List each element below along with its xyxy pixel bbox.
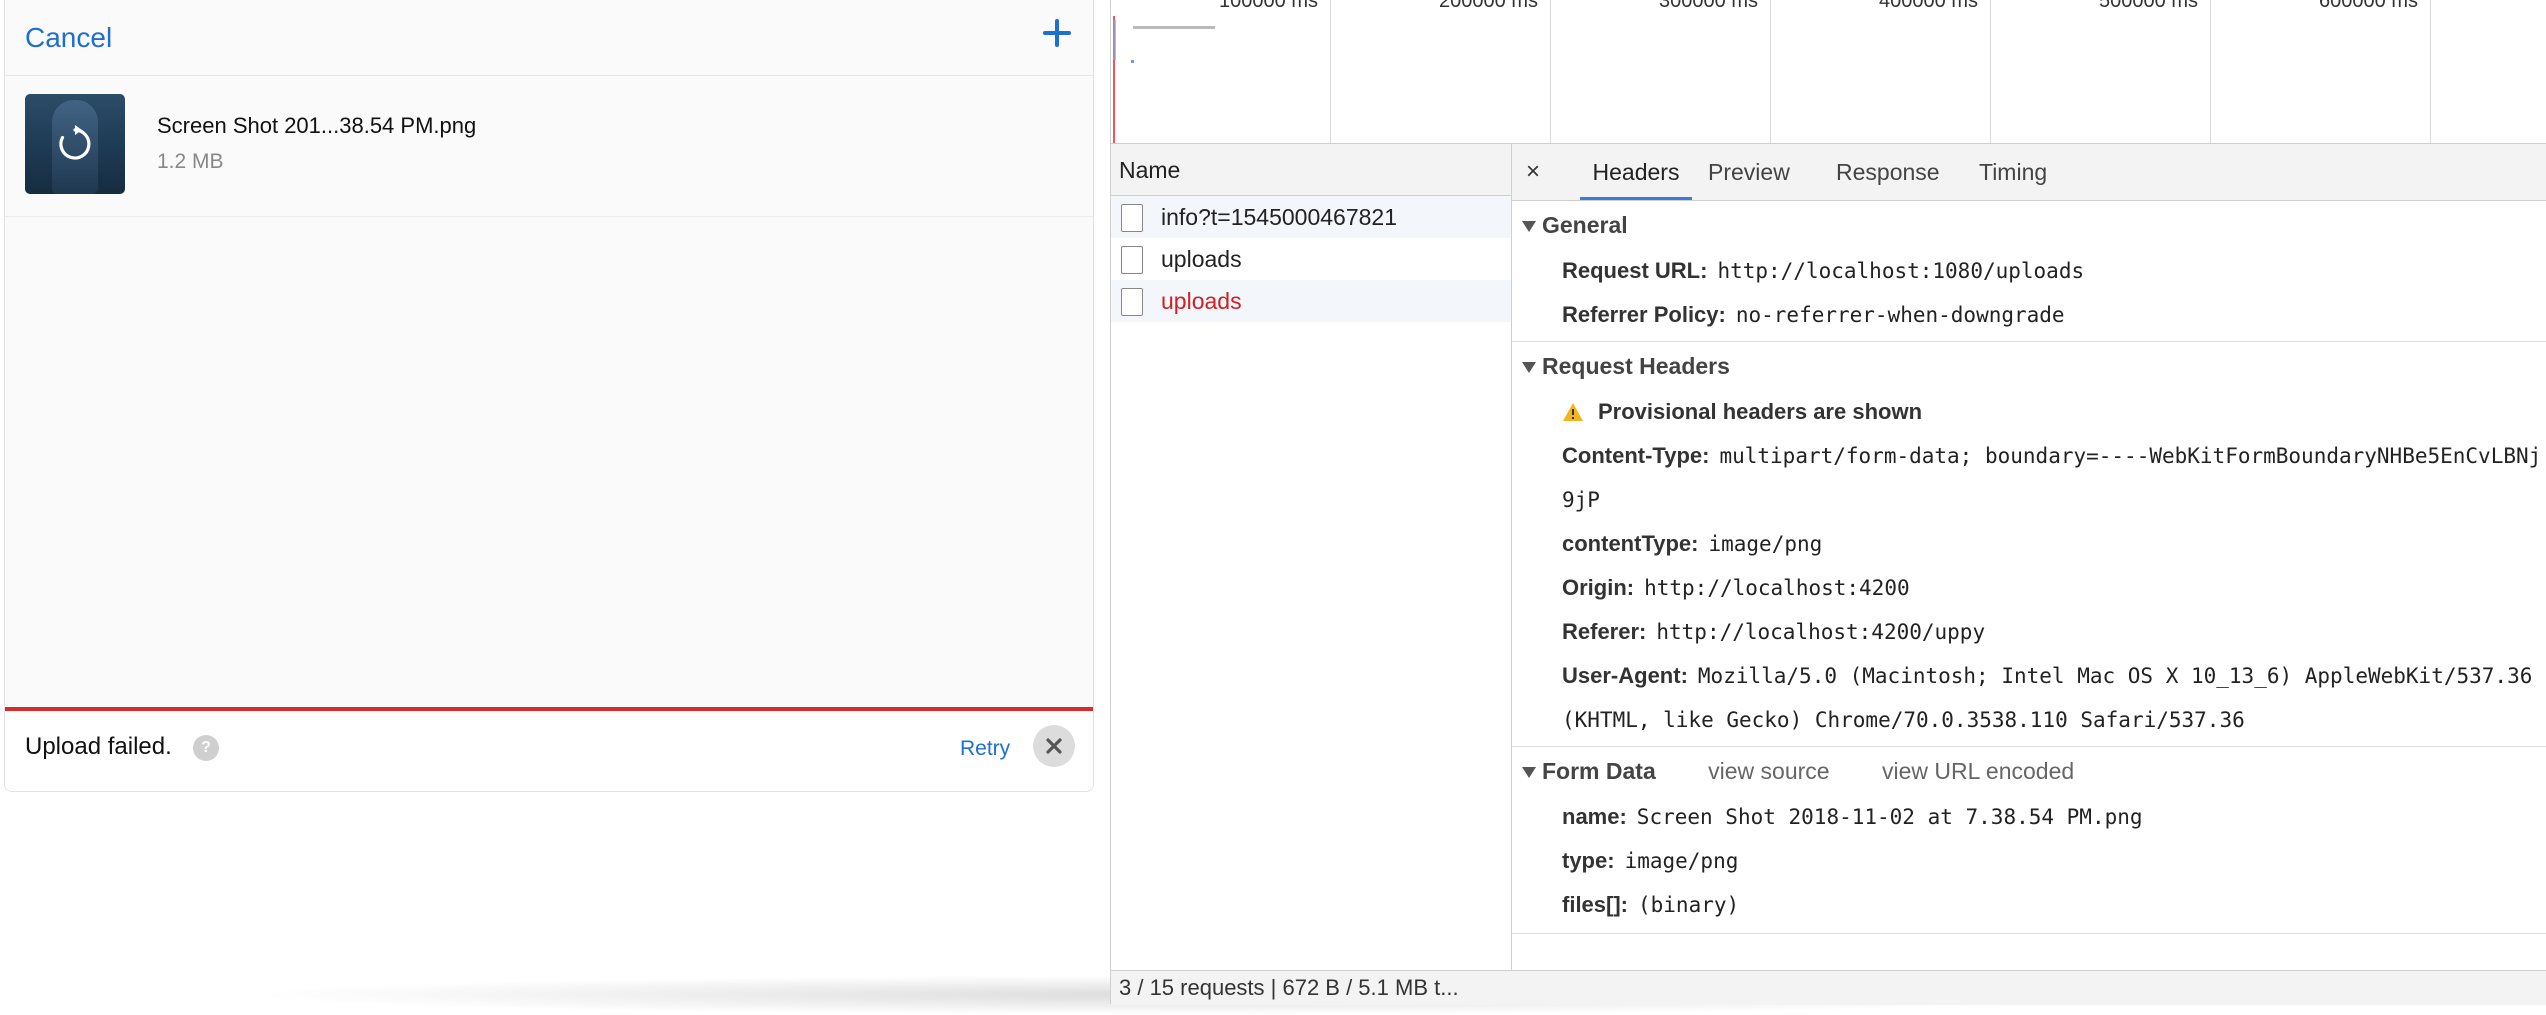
- provisional-warning: Provisional headers are shown: [1512, 390, 2546, 434]
- timeline-tick-label: 100000 ms: [1219, 0, 1318, 12]
- tab-timing[interactable]: Timing: [1979, 144, 2047, 200]
- header-value: http://localhost:1080/uploads: [1717, 259, 2085, 283]
- header-value: http://localhost:4200: [1644, 576, 1910, 600]
- add-more-button[interactable]: [1037, 12, 1079, 54]
- header-key: Referrer Policy:: [1562, 302, 1726, 327]
- header-value: image/png: [1708, 532, 1823, 556]
- header-key: Referer:: [1562, 619, 1647, 644]
- collapse-triangle-icon: [1522, 362, 1536, 373]
- document-icon: [1121, 204, 1143, 232]
- header-key: contentType:: [1562, 531, 1699, 556]
- file-item: Screen Shot 201...38.54 PM.png 1.2 MB: [5, 76, 1093, 217]
- status-message: Upload failed.: [25, 733, 172, 760]
- dismiss-button[interactable]: [1033, 725, 1075, 767]
- header-key: Content-Type:: [1562, 443, 1710, 468]
- timeline-tick-label: 200000 ms: [1439, 0, 1538, 12]
- form-data-key: name:: [1562, 804, 1627, 829]
- dashboard-top-bar: Cancel: [5, 0, 1093, 76]
- header-line: User-Agent: Mozilla/5.0 (Macintosh; Intel…: [1512, 654, 2546, 742]
- retry-button[interactable]: Retry: [960, 737, 1010, 761]
- request-headers-section: Request Headers Provisional headers are …: [1512, 342, 2546, 747]
- request-details: × Headers Preview Response Timing Genera…: [1512, 144, 2546, 970]
- tab-response[interactable]: Response: [1836, 144, 1940, 200]
- header-line: Content-Type: multipart/form-data; bounda…: [1512, 434, 2546, 522]
- header-value: no-referrer-when-downgrade: [1735, 303, 2065, 327]
- request-row-selected[interactable]: uploads: [1111, 280, 1511, 322]
- close-details-button[interactable]: ×: [1526, 158, 1540, 186]
- status-bar: Upload failed. ? Retry: [5, 707, 1093, 791]
- timeline-tick-label: 400000 ms: [1879, 0, 1978, 12]
- general-section: General Request URL: http://localhost:108…: [1512, 201, 2546, 342]
- timeline-tick-label: 500000 ms: [2099, 0, 2198, 12]
- warning-text: Provisional headers are shown: [1598, 399, 1923, 424]
- header-line: contentType: image/png: [1512, 522, 2546, 566]
- request-row[interactable]: info?t=1545000467821: [1111, 196, 1511, 238]
- form-data-line: files[]: (binary): [1512, 883, 2546, 927]
- view-url-encoded-link[interactable]: view URL encoded: [1882, 758, 2074, 784]
- file-name: Screen Shot 201...38.54 PM.png: [157, 113, 477, 138]
- header-value: http://localhost:4200/uppy: [1656, 620, 1986, 644]
- header-line: Referrer Policy: no-referrer-when-downgra…: [1512, 293, 2546, 337]
- request-name: uploads: [1161, 288, 1242, 314]
- request-summary: 3 / 15 requests | 672 B / 5.1 MB t...: [1119, 975, 1459, 1000]
- request-row[interactable]: uploads: [1111, 238, 1511, 280]
- header-key: Request URL:: [1562, 258, 1708, 283]
- details-tab-bar: × Headers Preview Response Timing: [1512, 144, 2546, 201]
- header-value: Mozilla/5.0 (Macintosh; Intel Mac OS X 1…: [1562, 664, 2533, 732]
- header-line: Referer: http://localhost:4200/uppy: [1512, 610, 2546, 654]
- form-data-key: type:: [1562, 848, 1615, 873]
- warning-icon: [1563, 403, 1583, 421]
- timeline-gridline: [1990, 0, 1991, 143]
- form-data-section: Form Data view source view URL encoded n…: [1512, 747, 2546, 934]
- general-section-title[interactable]: General: [1512, 201, 2546, 249]
- network-summary-bar: 3 / 15 requests | 672 B / 5.1 MB t...: [1111, 970, 2546, 1005]
- timeline-gridline: [2430, 0, 2431, 143]
- tab-headers[interactable]: Headers: [1580, 144, 1692, 200]
- file-thumbnail: [25, 94, 125, 194]
- timeline-tick-label: 600000 ms: [2319, 0, 2418, 12]
- request-list: Name info?t=1545000467821 uploads upload…: [1111, 144, 1512, 970]
- timeline-tick-label: 300000 ms: [1659, 0, 1758, 12]
- form-data-line: type: image/png: [1512, 839, 2546, 883]
- devtools-network-panel: 100000 ms 200000 ms 300000 ms 400000 ms …: [1110, 0, 2546, 1005]
- form-data-value: (binary): [1638, 893, 1740, 917]
- timeline-gridline: [1770, 0, 1771, 143]
- form-data-value: image/png: [1624, 849, 1739, 873]
- timeline-gridline: [2210, 0, 2211, 143]
- section-title-text: Request Headers: [1542, 353, 1730, 379]
- tab-preview[interactable]: Preview: [1708, 144, 1790, 200]
- collapse-triangle-icon: [1522, 767, 1536, 778]
- header-line: Request URL: http://localhost:1080/upload…: [1512, 249, 2546, 293]
- section-title-text: Form Data: [1542, 758, 1656, 784]
- retry-icon[interactable]: [55, 124, 95, 164]
- name-column-header[interactable]: Name: [1111, 144, 1511, 196]
- timeline-gridline: [1550, 0, 1551, 143]
- collapse-triangle-icon: [1522, 221, 1536, 232]
- request-headers-section-title[interactable]: Request Headers: [1512, 342, 2546, 390]
- file-size: 1.2 MB: [157, 150, 224, 173]
- form-data-line: name: Screen Shot 2018-11-02 at 7.38.54 P…: [1512, 795, 2546, 839]
- view-source-link[interactable]: view source: [1708, 758, 1829, 784]
- timeline-dom-marker: [1113, 20, 1116, 60]
- help-icon[interactable]: ?: [193, 735, 219, 761]
- header-key: User-Agent:: [1562, 663, 1688, 688]
- request-name: uploads: [1161, 246, 1242, 272]
- timeline-gridline: [1330, 0, 1331, 143]
- form-data-section-title[interactable]: Form Data view source view URL encoded: [1512, 747, 2546, 795]
- timeline-request-bar: [1133, 26, 1215, 29]
- form-data-value: Screen Shot 2018-11-02 at 7.38.54 PM.png: [1636, 805, 2143, 829]
- timeline-request-dot: [1131, 60, 1134, 63]
- network-timeline[interactable]: 100000 ms 200000 ms 300000 ms 400000 ms …: [1111, 0, 2546, 144]
- request-name: info?t=1545000467821: [1161, 204, 1397, 230]
- header-line: Origin: http://localhost:4200: [1512, 566, 2546, 610]
- uppy-dashboard: Cancel Screen Shot 201...38.54 PM.png 1.…: [4, 0, 1094, 792]
- header-key: Origin:: [1562, 575, 1635, 600]
- section-title-text: General: [1542, 212, 1628, 238]
- close-icon: [1046, 738, 1062, 754]
- document-icon: [1121, 288, 1143, 316]
- document-icon: [1121, 246, 1143, 274]
- cancel-button[interactable]: Cancel: [25, 22, 112, 54]
- form-data-key: files[]:: [1562, 892, 1628, 917]
